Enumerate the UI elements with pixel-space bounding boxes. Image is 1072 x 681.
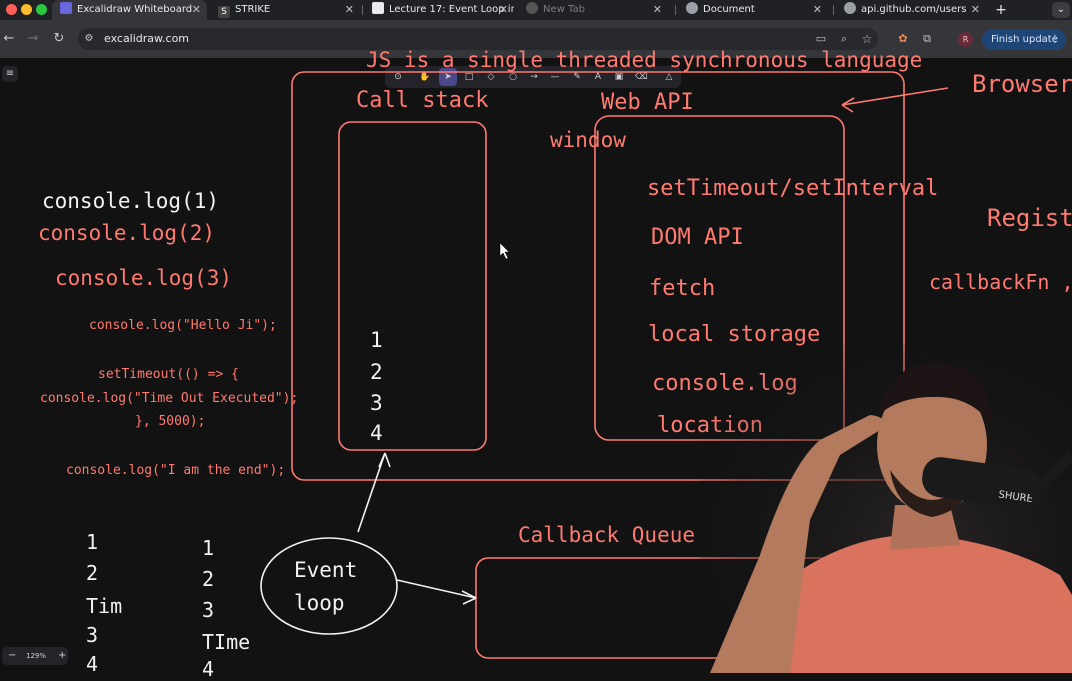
close-tab-icon[interactable]: ✕	[653, 0, 662, 20]
log-line: console.log(3)	[55, 266, 233, 290]
tab-strike[interactable]: S STRIKE ✕	[210, 0, 360, 20]
code-line: }, 5000);	[135, 414, 206, 429]
back-icon[interactable]: ←	[0, 20, 18, 58]
log-line: console.log(2)	[38, 221, 216, 245]
event-loop-text: loop	[294, 591, 345, 615]
tab-title: Lecture 17: Event Loop in	[389, 4, 514, 15]
browser-arrow	[841, 87, 949, 113]
browser-label: Browser	[972, 70, 1072, 98]
tab-strip: Excalidraw Whiteboard ✕ S STRIKE ✕ Lecture …	[0, 0, 1072, 20]
stack-item: 4	[370, 421, 383, 445]
call-stack-box	[338, 121, 487, 451]
code-line: console.log("Time Out Executed");	[40, 391, 299, 406]
web-api-item: DOM API	[651, 225, 744, 250]
globe-icon	[844, 2, 856, 14]
callback-fn-label: callbackFn ,	[929, 270, 1072, 294]
web-api-label: Web API	[601, 90, 694, 115]
output-b-item: 2	[202, 567, 215, 591]
chrome-icon	[526, 2, 538, 14]
tab-title: New Tab	[543, 4, 585, 15]
tab-excalidraw[interactable]: Excalidraw Whiteboard ✕	[52, 0, 207, 20]
stack-item: 2	[370, 360, 383, 384]
close-tab-icon[interactable]: ✕	[192, 0, 201, 20]
output-a-item: 1	[86, 530, 99, 554]
site-settings-icon[interactable]: ⚙	[80, 20, 98, 58]
output-a-item: 4	[86, 652, 99, 676]
callback-queue-label: Callback Queue	[518, 523, 696, 547]
profile-avatar[interactable]: R	[958, 32, 973, 47]
heading-top: JS is a single threaded synchronous lang…	[366, 48, 923, 72]
web-api-item: local storage	[648, 322, 821, 347]
finish-update-button[interactable]: Finish update ⋮	[982, 29, 1066, 50]
close-tab-icon[interactable]: ✕	[971, 0, 980, 20]
code-line: console.log("I am the end");	[66, 463, 286, 478]
code-line: console.log("Hello Ji");	[89, 318, 277, 333]
tab-title: Document	[703, 4, 755, 15]
close-tab-icon[interactable]: ✕	[499, 0, 508, 20]
address-bar[interactable]	[78, 28, 878, 50]
web-api-item: fetch	[649, 276, 716, 301]
tab-title: api.github.com/users	[861, 4, 967, 15]
tab-search-icon[interactable]: ⌄	[1052, 2, 1070, 18]
url-text[interactable]: excalidraw.com	[104, 31, 189, 47]
strike-icon: S	[218, 6, 230, 18]
call-stack-label: Call stack	[356, 88, 489, 113]
tab-document[interactable]: Document ✕	[678, 0, 828, 20]
event-loop-arrow-right	[396, 579, 477, 605]
output-a-item: Tim	[86, 594, 123, 618]
close-tab-icon[interactable]: ✕	[813, 0, 822, 20]
log-line: console.log(1)	[42, 189, 220, 213]
output-b-item: 4	[202, 657, 215, 681]
close-tab-icon[interactable]: ✕	[345, 0, 354, 20]
output-b-item: 3	[202, 598, 215, 622]
mouse-cursor-icon	[499, 242, 510, 260]
output-b-item: 1	[202, 536, 215, 560]
code-line: setTimeout(() => {	[98, 367, 239, 382]
stack-item: 3	[370, 391, 383, 415]
close-window-dot[interactable]	[6, 4, 17, 15]
more-menu-icon[interactable]: ⋮	[1041, 29, 1060, 50]
tab-github-api[interactable]: api.github.com/users ✕	[836, 0, 986, 20]
maximize-window-dot[interactable]	[36, 4, 47, 15]
tab-title: STRIKE	[235, 4, 271, 15]
tab-lecture[interactable]: Lecture 17: Event Loop in ✕	[364, 0, 514, 20]
event-loop-arrow-up	[357, 452, 391, 533]
tab-title: Excalidraw Whiteboard	[77, 4, 193, 15]
event-loop-text: Event	[294, 558, 358, 582]
forward-icon[interactable]: →	[24, 20, 42, 58]
stack-item: 1	[370, 328, 383, 352]
event-loop-circle	[260, 537, 398, 635]
tab-new-tab[interactable]: New Tab ✕	[518, 0, 668, 20]
globe-icon	[686, 2, 698, 14]
output-b-item: TIme	[202, 630, 251, 654]
output-a-item: 3	[86, 623, 99, 647]
excalidraw-icon	[60, 2, 72, 14]
reload-icon[interactable]: ↻	[50, 20, 68, 58]
presenter-video: SHURE	[700, 345, 1072, 673]
output-a-item: 2	[86, 561, 99, 585]
register-label: Registe	[987, 204, 1072, 232]
minimize-window-dot[interactable]	[21, 4, 32, 15]
notion-icon	[372, 2, 384, 14]
window-label: window	[550, 128, 626, 152]
web-api-item: setTimeout/setInterval	[647, 176, 939, 201]
new-tab-button[interactable]: +	[992, 0, 1010, 20]
